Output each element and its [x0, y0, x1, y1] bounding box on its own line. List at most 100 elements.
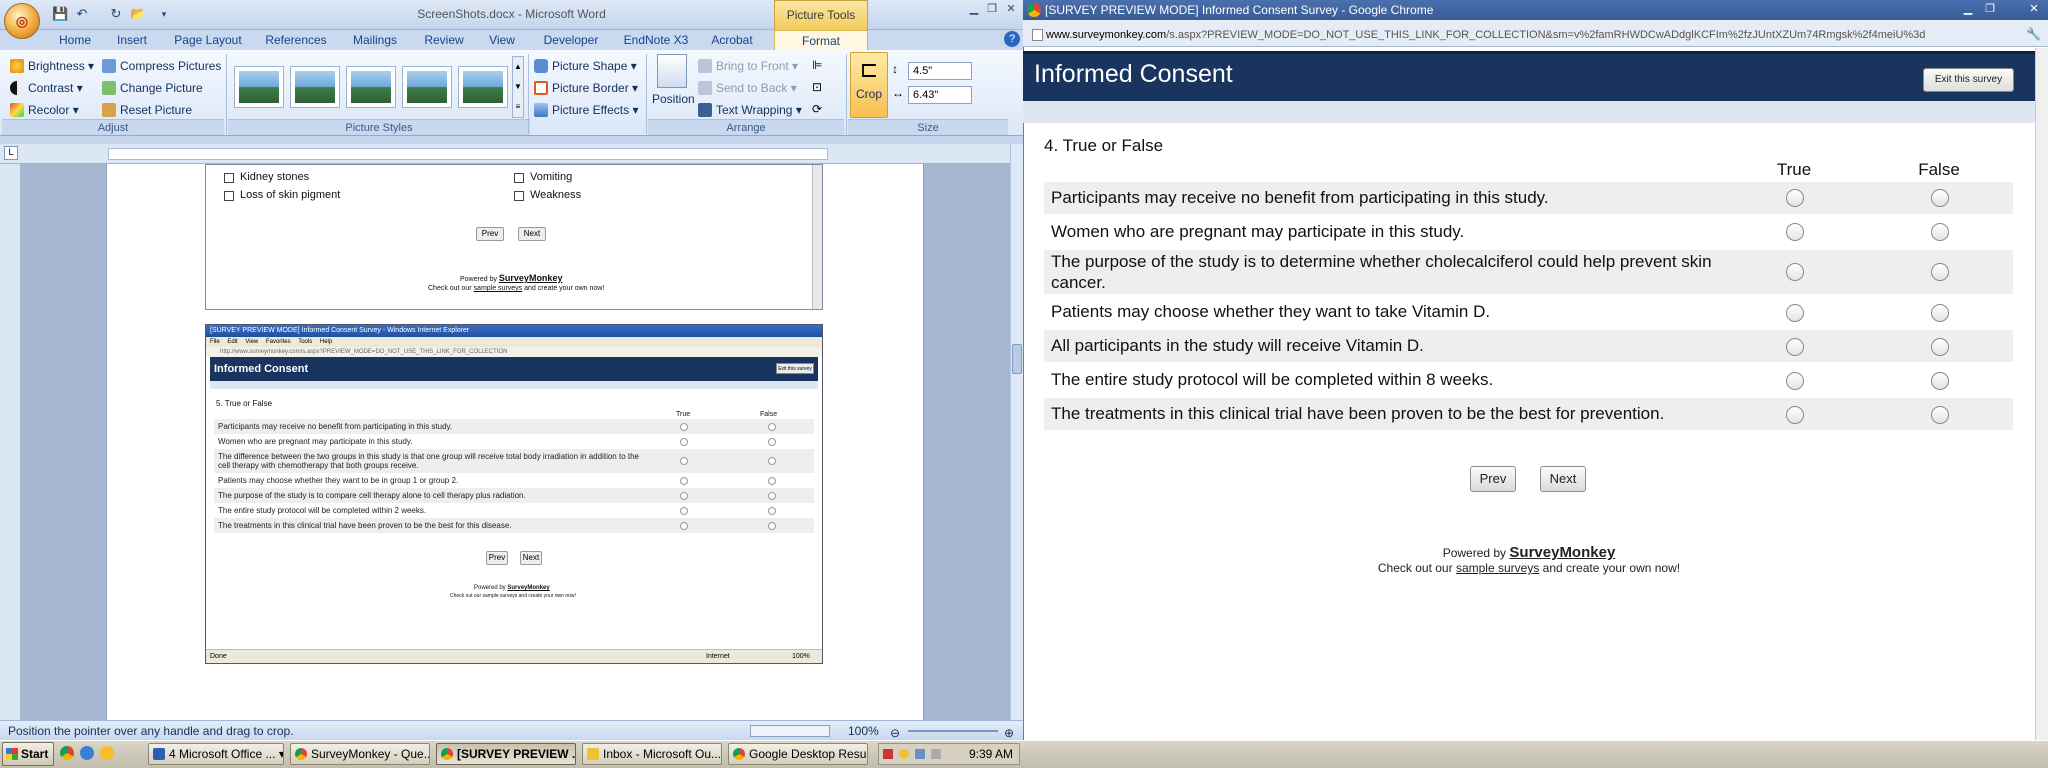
address-bar[interactable]: www.surveymonkey.com/s.aspx?PREVIEW_MODE…: [1028, 27, 2023, 43]
reset-picture-button[interactable]: Reset Picture: [100, 100, 192, 120]
recolor-button[interactable]: Recolor ▾: [8, 100, 79, 120]
minimize-icon[interactable]: ▁: [966, 2, 982, 16]
mini-row: The entire study protocol will be comple…: [218, 506, 427, 515]
scroll-thumb[interactable]: [1012, 344, 1022, 374]
tab-mailings[interactable]: Mailings: [346, 30, 404, 50]
checkout-text: Check out our sample surveys and create …: [428, 285, 605, 292]
radio-false-3[interactable]: [1931, 263, 1949, 281]
close-icon[interactable]: ✕: [2026, 2, 2042, 16]
height-icon: ↕: [892, 62, 898, 76]
picture-effects-button[interactable]: Picture Effects ▾: [532, 100, 639, 120]
task-surveymonkey[interactable]: SurveyMonkey - Que...: [290, 743, 430, 765]
mini-survey-header: Informed Consent: [210, 357, 818, 381]
radio-false-7[interactable]: [1931, 406, 1949, 424]
chrome-quicklaunch-icon[interactable]: [60, 746, 74, 760]
compress-pictures-button[interactable]: Compress Pictures: [100, 56, 221, 76]
bring-to-front-button[interactable]: Bring to Front ▾: [696, 56, 798, 76]
radio-true-1[interactable]: [1786, 189, 1804, 207]
start-button[interactable]: Start: [2, 742, 54, 766]
contrast-button[interactable]: Contrast ▾: [8, 78, 83, 98]
mini-prev: Prev: [486, 551, 508, 565]
styles-scroll[interactable]: ▲ ▼ ≡: [512, 56, 524, 118]
group-icon[interactable]: ⊡: [812, 80, 832, 94]
embedded-screenshot-1[interactable]: Kidney stones Loss of skin pigment Vomit…: [205, 164, 823, 310]
next-button[interactable]: Next: [1540, 466, 1586, 492]
help-icon[interactable]: ?: [1004, 31, 1020, 47]
tab-developer[interactable]: Developer: [538, 30, 604, 50]
view-buttons[interactable]: [750, 725, 830, 737]
task-survey-preview[interactable]: [SURVEY PREVIEW ...: [436, 743, 576, 765]
picture-style-thumb[interactable]: [402, 66, 452, 108]
task-google-desktop[interactable]: Google Desktop Results: [728, 743, 868, 765]
tab-home[interactable]: Home: [52, 30, 98, 50]
option-label: Loss of skin pigment: [240, 189, 341, 201]
tab-review[interactable]: Review: [418, 30, 470, 50]
mini-checkout: Check out our sample surveys and create …: [450, 593, 576, 599]
sample-surveys-link[interactable]: sample surveys: [1456, 561, 1539, 575]
tab-page-layout[interactable]: Page Layout: [170, 30, 246, 50]
text-wrapping-button[interactable]: Text Wrapping ▾: [696, 100, 802, 120]
mini-row: Women who are pregnant may participate i…: [218, 437, 413, 446]
picture-style-thumb[interactable]: [234, 66, 284, 108]
restore-icon[interactable]: ❐: [1982, 2, 1998, 16]
radio-true-6[interactable]: [1786, 372, 1804, 390]
picture-style-thumb[interactable]: [346, 66, 396, 108]
vertical-ruler[interactable]: [0, 164, 20, 724]
checkbox: [514, 191, 524, 201]
chrome-vertical-scrollbar[interactable]: [2035, 48, 2048, 740]
close-icon[interactable]: ✕: [1003, 2, 1019, 16]
radio-true-7[interactable]: [1786, 406, 1804, 424]
embedded-screenshot-2[interactable]: [SURVEY PREVIEW MODE] Informed Consent S…: [205, 324, 823, 664]
crop-button[interactable]: ⊏ Crop: [850, 52, 888, 118]
task-outlook-inbox[interactable]: Inbox - Microsoft Ou...: [582, 743, 722, 765]
network-icon[interactable]: [915, 749, 925, 759]
width-field[interactable]: 6.43": [908, 86, 972, 104]
align-icon[interactable]: ⊫: [812, 58, 832, 72]
ribbon-separator: [226, 54, 227, 134]
exit-survey-button[interactable]: Exit this survey: [1923, 68, 2014, 92]
picture-border-button[interactable]: Picture Border ▾: [532, 78, 638, 98]
height-field[interactable]: 4.5": [908, 62, 972, 80]
radio-true-4[interactable]: [1786, 304, 1804, 322]
tab-format[interactable]: Format: [774, 30, 868, 50]
radio-false-6[interactable]: [1931, 372, 1949, 390]
radio-false-1[interactable]: [1931, 189, 1949, 207]
minimize-icon[interactable]: ▁: [1960, 2, 1976, 16]
tray-icon[interactable]: [899, 749, 909, 759]
recolor-icon: [10, 103, 24, 117]
radio-false-5[interactable]: [1931, 338, 1949, 356]
radio-true-5[interactable]: [1786, 338, 1804, 356]
tab-view[interactable]: View: [482, 30, 522, 50]
volume-icon[interactable]: [931, 749, 941, 759]
acrobat-tray-icon[interactable]: [883, 749, 893, 759]
tab-references[interactable]: References: [258, 30, 334, 50]
office-button[interactable]: ◎: [4, 3, 40, 39]
ruler-scale: [108, 148, 828, 160]
radio-false-4[interactable]: [1931, 304, 1949, 322]
position-button[interactable]: Position: [652, 54, 695, 118]
zoom-slider[interactable]: [908, 730, 998, 732]
radio-false-2[interactable]: [1931, 223, 1949, 241]
ribbon-separator: [646, 54, 647, 134]
restore-icon[interactable]: ❐: [984, 2, 1000, 16]
prev-button[interactable]: Prev: [1470, 466, 1516, 492]
tab-insert[interactable]: Insert: [110, 30, 154, 50]
picture-shape-button[interactable]: Picture Shape ▾: [532, 56, 637, 76]
ie-quicklaunch-icon[interactable]: [80, 746, 94, 760]
word-vertical-scrollbar[interactable]: [1010, 144, 1023, 724]
radio-true-3[interactable]: [1786, 263, 1804, 281]
surveymonkey-link[interactable]: SurveyMonkey: [1509, 544, 1615, 561]
smiley-quicklaunch-icon[interactable]: [100, 746, 114, 760]
radio-true-2[interactable]: [1786, 223, 1804, 241]
send-to-back-button[interactable]: Send to Back ▾: [696, 78, 797, 98]
tab-endnote[interactable]: EndNote X3: [618, 30, 694, 50]
picture-style-thumb[interactable]: [458, 66, 508, 108]
task-microsoft-office[interactable]: 4 Microsoft Office ... ▾: [148, 743, 284, 765]
tab-acrobat[interactable]: Acrobat: [704, 30, 760, 50]
picture-style-thumb[interactable]: [290, 66, 340, 108]
brightness-button[interactable]: Brightness ▾: [8, 56, 94, 76]
change-picture-button[interactable]: Change Picture: [100, 78, 203, 98]
tab-selector-icon[interactable]: L: [4, 146, 18, 160]
rotate-icon[interactable]: ⟳: [812, 102, 832, 116]
wrench-icon[interactable]: 🔧: [2026, 27, 2041, 41]
